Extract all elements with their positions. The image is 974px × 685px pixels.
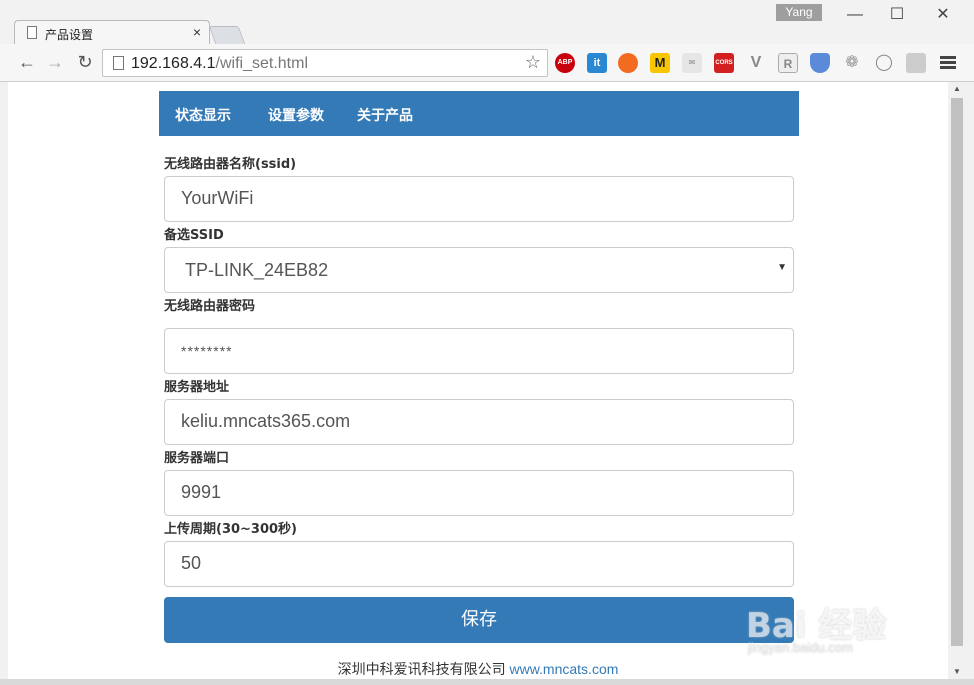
server-label: 服务器地址 (164, 380, 230, 395)
footer-website-link[interactable]: www.mncats.com (509, 661, 618, 677)
footer: 深圳中科爱讯科技有限公司 www.mncats.com (8, 659, 948, 679)
address-bar[interactable]: 192.168.4.1/wifi_set.html ☆ (102, 49, 548, 77)
nav-item-status[interactable]: 状态显示 (175, 105, 231, 125)
window-bottom-edge (0, 679, 974, 685)
nav-item-settings[interactable]: 设置参数 (268, 105, 324, 125)
browser-toolbar: ← → ↻ 192.168.4.1/wifi_set.html ☆ ABP it… (0, 44, 974, 82)
period-label: 上传周期(30~300秒) (164, 522, 298, 537)
vertical-scrollbar[interactable]: ▲ ▼ (948, 82, 966, 679)
url-text[interactable]: 192.168.4.1/wifi_set.html (131, 55, 308, 73)
close-window-button[interactable]: ✕ (928, 4, 958, 26)
url-path: /wifi_set.html (215, 55, 308, 72)
shield-extension-icon[interactable] (810, 53, 830, 73)
footer-company: 深圳中科爱讯科技有限公司 (337, 662, 506, 678)
port-label: 服务器端口 (164, 451, 230, 466)
reload-icon[interactable]: ↻ (74, 51, 96, 73)
browser-titlebar: 产品设置 × Yang — ☐ ✕ (0, 0, 974, 44)
browser-tab[interactable]: 产品设置 × (14, 20, 210, 44)
tab-title: 产品设置 (45, 28, 94, 42)
scroll-down-icon[interactable]: ▼ (953, 667, 961, 676)
password-label: 无线路由器密码 (164, 299, 256, 314)
it-extension-icon[interactable]: it (587, 53, 607, 73)
mail-extension-icon[interactable]: ✉ (682, 53, 702, 73)
new-tab-button[interactable] (208, 26, 246, 44)
password-input[interactable]: ******** (164, 328, 794, 374)
adblock-icon[interactable]: ABP (555, 53, 575, 73)
top-navbar: 状态显示 设置参数 关于产品 (159, 91, 799, 136)
scroll-up-icon[interactable]: ▲ (953, 84, 961, 93)
alt-ssid-label: 备选SSID (164, 228, 224, 243)
lifebuoy-extension-icon[interactable] (618, 53, 638, 73)
save-button[interactable]: 保存 (164, 597, 794, 643)
chevron-down-icon: ▼ (777, 262, 787, 273)
forward-arrow-icon[interactable]: → (44, 51, 66, 73)
browser-menu-icon[interactable] (940, 53, 956, 73)
minimize-button[interactable]: — (840, 4, 870, 26)
page-viewport: 状态显示 设置参数 关于产品 无线路由器名称(ssid) YourWiFi 备选… (8, 82, 948, 679)
tab-close-icon[interactable]: × (193, 24, 201, 40)
ssid-label: 无线路由器名称(ssid) (164, 157, 297, 172)
bookmark-star-icon[interactable]: ☆ (525, 52, 541, 73)
panel-extension-icon[interactable] (906, 53, 926, 73)
back-arrow-icon[interactable]: ← (16, 51, 38, 73)
nav-item-about[interactable]: 关于产品 (357, 105, 413, 125)
v-extension-icon[interactable]: V (746, 53, 766, 73)
url-host: 192.168.4.1 (131, 55, 216, 72)
maximize-button[interactable]: ☐ (882, 4, 912, 26)
period-input[interactable]: 50 (164, 541, 794, 587)
server-input[interactable]: keliu.mncats365.com (164, 399, 794, 445)
alt-ssid-select[interactable]: TP-LINK_24EB82 ▼ (164, 247, 794, 293)
cors-extension-icon[interactable]: CORS (714, 53, 734, 73)
guard-extension-icon[interactable]: ◯ (874, 53, 894, 73)
port-input[interactable]: 9991 (164, 470, 794, 516)
page-icon (27, 26, 37, 39)
profile-badge[interactable]: Yang (776, 4, 822, 21)
r-extension-icon[interactable]: R (778, 53, 798, 73)
m-extension-icon[interactable]: M (650, 53, 670, 73)
scrollbar-thumb[interactable] (951, 98, 963, 646)
page-icon (113, 56, 124, 70)
alt-ssid-selected: TP-LINK_24EB82 (185, 260, 329, 280)
ssid-input[interactable]: YourWiFi (164, 176, 794, 222)
fan-extension-icon[interactable]: ❁ (842, 53, 862, 73)
